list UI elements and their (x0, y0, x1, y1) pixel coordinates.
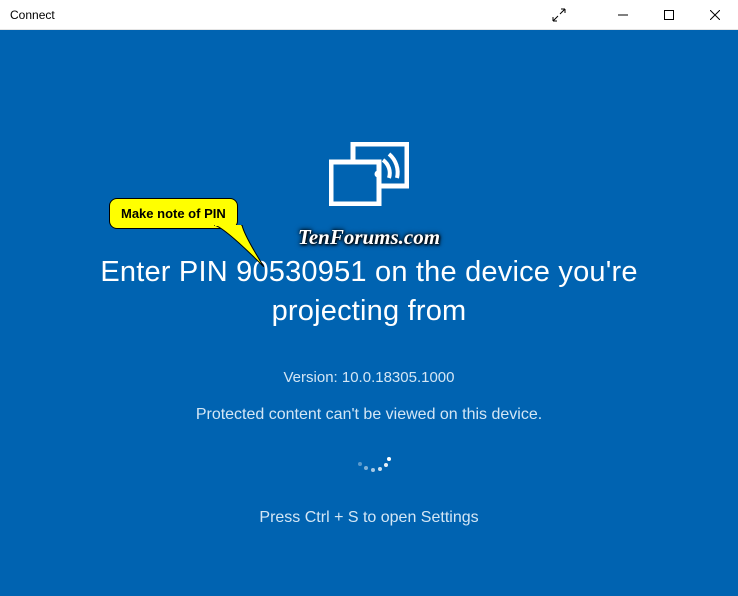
protected-content-text: Protected content can't be viewed on thi… (196, 406, 542, 424)
close-button[interactable] (692, 0, 738, 29)
titlebar: Connect (0, 0, 738, 30)
expand-icon (552, 8, 566, 22)
cast-icon (329, 142, 409, 211)
minimize-icon (618, 10, 628, 20)
version-value: 10.0.18305.1000 (342, 369, 455, 386)
close-icon (710, 10, 720, 20)
watermark-text: TenForums.com (298, 225, 440, 250)
expand-button[interactable] (536, 0, 582, 29)
maximize-button[interactable] (646, 0, 692, 29)
callout-text: Make note of PIN (121, 206, 226, 221)
loading-spinner (349, 433, 389, 473)
pin-instruction-heading: Enter PIN 90530951 on the device you're … (0, 253, 738, 331)
content-area: TenForums.com Enter PIN 90530951 on the … (0, 30, 738, 596)
version-text: Version: 10.0.18305.1000 (284, 369, 455, 386)
titlebar-controls (536, 0, 738, 29)
maximize-icon (664, 10, 674, 20)
settings-hint-text: Press Ctrl + S to open Settings (259, 509, 478, 527)
cast-icon-container (329, 142, 409, 211)
version-label: Version: (284, 369, 342, 386)
window-title: Connect (10, 8, 536, 22)
minimize-button[interactable] (600, 0, 646, 29)
annotation-callout: Make note of PIN (109, 198, 238, 229)
